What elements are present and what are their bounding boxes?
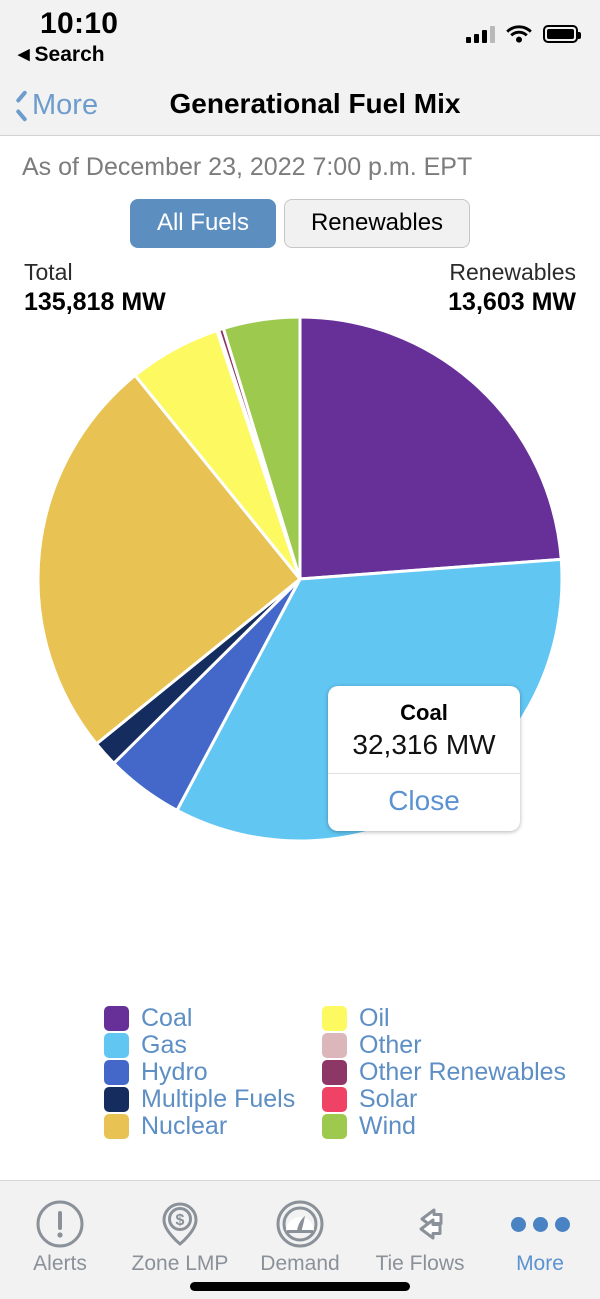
legend-item-label: Nuclear xyxy=(141,1112,227,1141)
app-screen: 10:10 ◀ Search More Generational Fuel Mi… xyxy=(0,0,600,1299)
chart-legend: CoalGasHydroMultiple FuelsNuclear OilOth… xyxy=(0,1005,600,1140)
pie-slice-coal[interactable] xyxy=(300,317,561,579)
battery-full-icon xyxy=(543,25,578,43)
legend-item-label: Hydro xyxy=(141,1058,208,1087)
home-indicator xyxy=(190,1282,410,1291)
callout-body: Coal 32,316 MW xyxy=(328,686,520,773)
two-arrows-icon xyxy=(394,1197,446,1251)
legend-item-label: Wind xyxy=(359,1112,416,1141)
navigation-bar: More Generational Fuel Mix xyxy=(0,78,600,136)
as-of-timestamp: As of December 23, 2022 7:00 p.m. EPT xyxy=(22,153,472,182)
cellular-signal-icon xyxy=(466,26,495,43)
total-value: 135,818 MW xyxy=(24,288,166,317)
legend-column-right: OilOtherOther RenewablesSolarWind xyxy=(322,1005,540,1140)
legend-swatch-icon xyxy=(322,1087,347,1112)
main-content: As of December 23, 2022 7:00 p.m. EPT Al… xyxy=(0,137,600,1180)
legend-item[interactable]: Other xyxy=(322,1032,540,1059)
legend-item-label: Solar xyxy=(359,1085,417,1114)
legend-item[interactable]: Multiple Fuels xyxy=(104,1086,322,1113)
status-bar: 10:10 ◀ Search xyxy=(0,0,600,78)
total-block: Total 135,818 MW xyxy=(24,259,166,317)
tab-more-label: More xyxy=(516,1252,564,1276)
gauge-circle-icon xyxy=(274,1197,326,1251)
legend-swatch-icon xyxy=(104,1060,129,1085)
renewables-block: Renewables 13,603 MW xyxy=(448,259,576,317)
legend-swatch-icon xyxy=(104,1033,129,1058)
slice-callout-popover: Coal 32,316 MW Close xyxy=(328,686,520,831)
status-indicators xyxy=(466,24,578,43)
callout-value: 32,316 MW xyxy=(338,729,510,761)
legend-column-left: CoalGasHydroMultiple FuelsNuclear xyxy=(104,1005,322,1140)
fuel-filter-segmented-control: All Fuels Renewables xyxy=(0,199,600,248)
callout-close-button[interactable]: Close xyxy=(328,774,520,831)
legend-item-label: Other xyxy=(359,1031,422,1060)
legend-item[interactable]: Coal xyxy=(104,1005,322,1032)
tab-more[interactable]: More xyxy=(480,1181,600,1299)
legend-item[interactable]: Oil xyxy=(322,1005,540,1032)
totals-row: Total 135,818 MW Renewables 13,603 MW xyxy=(0,259,600,317)
legend-item[interactable]: Wind xyxy=(322,1113,540,1140)
legend-item-label: Gas xyxy=(141,1031,187,1060)
renewables-value: 13,603 MW xyxy=(448,288,576,317)
map-pin-dollar-icon: $ xyxy=(154,1197,206,1251)
legend-swatch-icon xyxy=(104,1114,129,1139)
status-time: 10:10 xyxy=(40,7,118,41)
legend-swatch-icon xyxy=(322,1114,347,1139)
legend-item-label: Other Renewables xyxy=(359,1058,566,1087)
tab-alerts[interactable]: Alerts xyxy=(0,1181,120,1299)
legend-item[interactable]: Nuclear xyxy=(104,1113,322,1140)
fuel-mix-pie-chart[interactable]: Coal 32,316 MW Close xyxy=(0,317,600,877)
tab-zone-lmp-label: Zone LMP xyxy=(132,1252,229,1276)
ellipsis-icon xyxy=(511,1197,570,1251)
legend-item[interactable]: Other Renewables xyxy=(322,1059,540,1086)
exclamation-circle-icon xyxy=(34,1197,86,1251)
legend-swatch-icon xyxy=(104,1006,129,1031)
wifi-icon xyxy=(506,24,532,43)
legend-item[interactable]: Solar xyxy=(322,1086,540,1113)
legend-swatch-icon xyxy=(322,1033,347,1058)
legend-item[interactable]: Hydro xyxy=(104,1059,322,1086)
legend-item-label: Coal xyxy=(141,1004,192,1033)
renewables-label: Renewables xyxy=(448,259,576,286)
legend-swatch-icon xyxy=(322,1006,347,1031)
legend-swatch-icon xyxy=(322,1060,347,1085)
tab-renewables[interactable]: Renewables xyxy=(284,199,470,248)
callout-title: Coal xyxy=(338,700,510,726)
tab-demand-label: Demand xyxy=(260,1252,339,1276)
page-title: Generational Fuel Mix xyxy=(0,88,600,120)
back-to-search-button[interactable]: ◀ Search xyxy=(18,43,105,67)
back-to-search-label: Search xyxy=(35,43,105,67)
bottom-tab-bar: Alerts $ Zone LMP xyxy=(0,1180,600,1299)
tab-alerts-label: Alerts xyxy=(33,1252,87,1276)
legend-item[interactable]: Gas xyxy=(104,1032,322,1059)
total-label: Total xyxy=(24,259,166,286)
legend-item-label: Multiple Fuels xyxy=(141,1085,295,1114)
legend-swatch-icon xyxy=(104,1087,129,1112)
svg-text:$: $ xyxy=(176,1212,185,1229)
tab-all-fuels[interactable]: All Fuels xyxy=(130,199,276,248)
triangle-left-icon: ◀ xyxy=(18,47,30,62)
tab-tie-flows-label: Tie Flows xyxy=(375,1252,464,1276)
legend-item-label: Oil xyxy=(359,1004,390,1033)
